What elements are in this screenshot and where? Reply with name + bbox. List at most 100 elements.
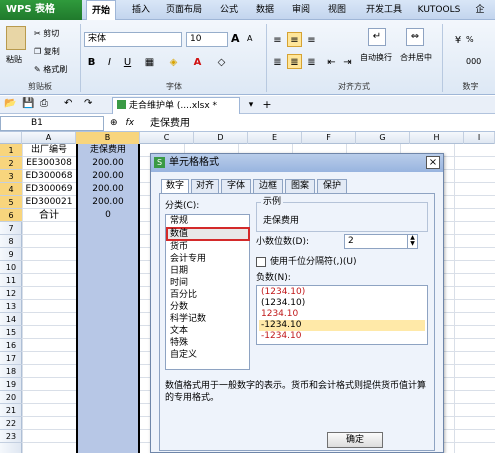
align-middle-icon[interactable]: ≡ <box>287 32 302 47</box>
dialog-titlebar[interactable]: S 单元格格式 <box>151 154 443 172</box>
italic-button[interactable]: I <box>102 54 117 69</box>
row-header[interactable]: 13 <box>0 300 22 313</box>
paste-button[interactable]: 粘贴 <box>6 54 22 66</box>
cell-a2[interactable]: EE300308 <box>22 157 76 170</box>
tab-border[interactable]: 边框 <box>253 179 283 193</box>
paste-icon[interactable] <box>6 26 26 50</box>
tab-formulas[interactable]: 公式 <box>214 0 244 20</box>
category-item-selected[interactable]: 数值 <box>166 227 250 241</box>
wps-app-button[interactable]: WPS 表格 <box>0 0 82 20</box>
wrap-text-button[interactable]: 自动换行 <box>360 52 392 64</box>
select-all-corner[interactable] <box>0 132 22 144</box>
cell-a6[interactable]: 合计 <box>22 209 76 222</box>
category-list[interactable]: 常规 数值 货币 会计专用 日期 时间 百分比 分数 科学记数 文本 特殊 自定… <box>165 214 250 370</box>
tab-kutools[interactable]: KUTOOLS <box>414 0 464 20</box>
align-left-icon[interactable]: ≣ <box>270 54 285 69</box>
row-header[interactable]: 3 <box>0 170 22 183</box>
bold-button[interactable]: B <box>84 54 99 69</box>
row-header[interactable]: 21 <box>0 404 22 417</box>
clear-format-icon[interactable]: ◇ <box>214 54 229 69</box>
open-icon[interactable]: 📂 <box>4 98 16 109</box>
ok-button[interactable]: 确定 <box>327 432 383 448</box>
cell-a4[interactable]: ED300069 <box>22 183 76 196</box>
merge-center-icon[interactable]: ⇔ <box>406 28 424 46</box>
align-bottom-icon[interactable]: ≡ <box>304 32 319 47</box>
column-header[interactable]: I <box>464 132 495 144</box>
row-header[interactable]: 11 <box>0 274 22 287</box>
negative-format-item[interactable]: (1234.10) <box>259 298 425 309</box>
font-size-select[interactable]: 10 <box>186 32 228 47</box>
tab-insert[interactable]: 插入 <box>126 0 156 20</box>
category-item[interactable]: 会计专用 <box>168 253 246 265</box>
align-center-icon[interactable]: ≣ <box>287 54 302 69</box>
indent-icon[interactable]: ⇤ <box>324 54 339 69</box>
percent-button[interactable]: % <box>466 34 474 46</box>
merge-center-button[interactable]: 合并居中 <box>400 52 432 64</box>
fx-icon[interactable]: ⊕ fx <box>110 116 134 131</box>
column-header[interactable]: E <box>248 132 302 144</box>
tab-alignment[interactable]: 对齐 <box>191 179 219 193</box>
row-header[interactable]: 5 <box>0 196 22 209</box>
dialog-close-button[interactable]: × <box>426 156 440 169</box>
cell-b3[interactable]: 200.00 <box>78 170 138 183</box>
font-name-select[interactable]: 宋体 <box>84 32 182 47</box>
border-icon[interactable]: ▦ <box>142 54 157 69</box>
row-header[interactable]: 4 <box>0 183 22 196</box>
cell-a1[interactable]: 出厂编号 <box>22 144 76 157</box>
thousands-separator-checkbox[interactable] <box>256 257 266 267</box>
tab-number[interactable]: 数字 <box>161 179 189 194</box>
column-header[interactable]: C <box>140 132 194 144</box>
row-header[interactable]: 7 <box>0 222 22 235</box>
row-header[interactable]: 1 <box>0 144 22 157</box>
category-item[interactable]: 常规 <box>168 215 246 227</box>
decimal-places-spinner[interactable]: 2 ▲ ▼ <box>344 234 418 249</box>
outdent-icon[interactable]: ⇥ <box>340 54 355 69</box>
row-header[interactable]: 16 <box>0 339 22 352</box>
negative-format-item-selected[interactable]: -1234.10 <box>259 320 425 331</box>
category-item[interactable]: 百分比 <box>168 289 246 301</box>
negative-format-item[interactable]: -1234.10 <box>259 331 425 342</box>
column-header[interactable]: H <box>410 132 464 144</box>
row-header[interactable]: 19 <box>0 378 22 391</box>
column-header[interactable]: G <box>356 132 410 144</box>
document-tab[interactable]: 走合维护单 (....xlsx * <box>112 97 240 114</box>
row-header[interactable]: 20 <box>0 391 22 404</box>
spinner-arrows-icon[interactable]: ▲ ▼ <box>407 235 417 248</box>
tab-list-icon[interactable]: ▾ <box>244 97 258 113</box>
row-header[interactable]: 17 <box>0 352 22 365</box>
category-item[interactable]: 科学记数 <box>168 313 246 325</box>
thousands-button[interactable]: 000 <box>466 56 481 68</box>
category-item[interactable]: 文本 <box>168 325 246 337</box>
negative-format-item[interactable]: 1234.10 <box>259 309 425 320</box>
negative-numbers-list[interactable]: (1234.10) (1234.10) 1234.10 -1234.10 -12… <box>256 285 428 345</box>
row-header[interactable]: 12 <box>0 287 22 300</box>
category-item[interactable]: 自定义 <box>168 349 246 361</box>
shrink-font-button[interactable]: A <box>247 34 252 43</box>
cell-b6[interactable]: 0 <box>78 209 138 222</box>
tab-pattern[interactable]: 图案 <box>285 179 315 193</box>
column-header[interactable]: A <box>22 132 76 144</box>
font-color-icon[interactable]: A <box>190 54 205 69</box>
tab-review[interactable]: 审阅 <box>286 0 316 20</box>
row-header[interactable]: 22 <box>0 417 22 430</box>
align-right-icon[interactable]: ≣ <box>304 54 319 69</box>
grow-font-button[interactable]: A <box>231 32 240 45</box>
formula-input[interactable]: 走保费用 <box>148 115 190 132</box>
tab-data[interactable]: 数据 <box>250 0 280 20</box>
row-header[interactable]: 14 <box>0 313 22 326</box>
save-icon[interactable]: 💾 <box>22 98 34 109</box>
category-item[interactable]: 时间 <box>168 277 246 289</box>
tab-view[interactable]: 视图 <box>322 0 352 20</box>
category-item[interactable]: 货币 <box>168 241 246 253</box>
cell-b4[interactable]: 200.00 <box>78 183 138 196</box>
category-item[interactable]: 特殊 <box>168 337 246 349</box>
category-item[interactable]: 日期 <box>168 265 246 277</box>
cut-button[interactable]: ✂ 剪切 <box>34 28 59 40</box>
row-header[interactable]: 2 <box>0 157 22 170</box>
row-header[interactable]: 18 <box>0 365 22 378</box>
cell-b5[interactable]: 200.00 <box>78 196 138 209</box>
print-icon[interactable]: ⎙ <box>40 98 48 109</box>
redo-icon[interactable]: ↷ <box>84 98 92 109</box>
column-header[interactable]: D <box>194 132 248 144</box>
row-header[interactable]: 8 <box>0 235 22 248</box>
